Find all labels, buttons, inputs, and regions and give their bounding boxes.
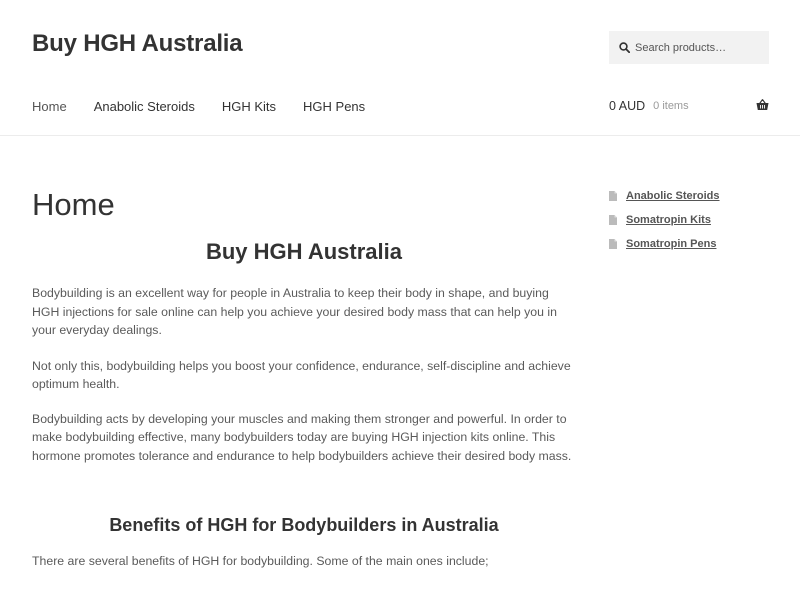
benefits-heading: Benefits of HGH for Bodybuilders in Aust… [109,515,499,535]
sidebar-link[interactable]: Anabolic Steroids [626,190,720,202]
nav-item-hgh-kits[interactable]: HGH Kits [222,99,276,114]
sidebar-link[interactable]: Somatropin Kits [626,214,711,226]
site-title[interactable]: Buy HGH Australia [32,30,243,58]
cart-total: 0 AUD [609,99,646,113]
sidebar: Anabolic Steroids Somatropin Kits Somatr… [609,184,779,256]
nav-item-home[interactable]: Home [32,99,67,114]
basket-icon[interactable] [756,99,769,111]
sidebar-item-somatropin-pens[interactable]: Somatropin Pens [609,232,779,256]
search-box[interactable] [609,31,769,64]
nav-item-hgh-pens[interactable]: HGH Pens [303,99,365,114]
page-icon [609,215,617,225]
paragraph: Bodybuilding acts by developing your mus… [32,411,572,463]
search-icon [619,42,630,53]
page-icon [609,191,617,201]
primary-nav: Home Anabolic Steroids HGH Kits HGH Pens [32,99,392,114]
site-header: Buy HGH Australia Home Anabolic Steroids… [0,0,800,136]
search-input[interactable] [635,41,755,54]
sidebar-item-somatropin-kits[interactable]: Somatropin Kits [609,208,779,232]
paragraph: Not only this, bodybuilding helps you bo… [32,358,571,392]
nav-item-anabolic-steroids[interactable]: Anabolic Steroids [94,99,195,114]
cart-item-count: 0 items [653,100,689,112]
sidebar-link[interactable]: Somatropin Pens [626,238,716,250]
paragraph: There are several benefits of HGH for bo… [32,554,489,568]
page-icon [609,239,617,249]
cart-link[interactable]: 0 AUD 0 items [609,99,769,113]
paragraph: Bodybuilding is an excellent way for peo… [32,286,557,337]
sidebar-item-anabolic-steroids[interactable]: Anabolic Steroids [609,184,779,208]
page-title: Home [32,187,115,222]
main-heading: Buy HGH Australia [205,239,402,264]
main-content: Home Buy HGH Australia Bodybuilding is a… [32,186,576,571]
